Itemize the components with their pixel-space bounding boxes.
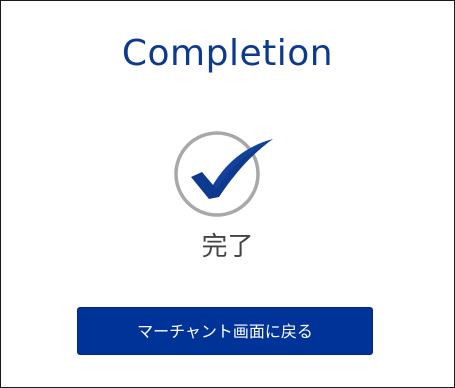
completion-status-text: 完了 — [201, 232, 254, 262]
page-title: Completion — [121, 33, 334, 74]
back-to-merchant-button[interactable]: マーチャント画面に戻る — [77, 307, 373, 355]
completion-panel: Completion 完了 マーチャント画面に戻る — [0, 0, 455, 388]
check-circle-icon — [173, 131, 277, 221]
